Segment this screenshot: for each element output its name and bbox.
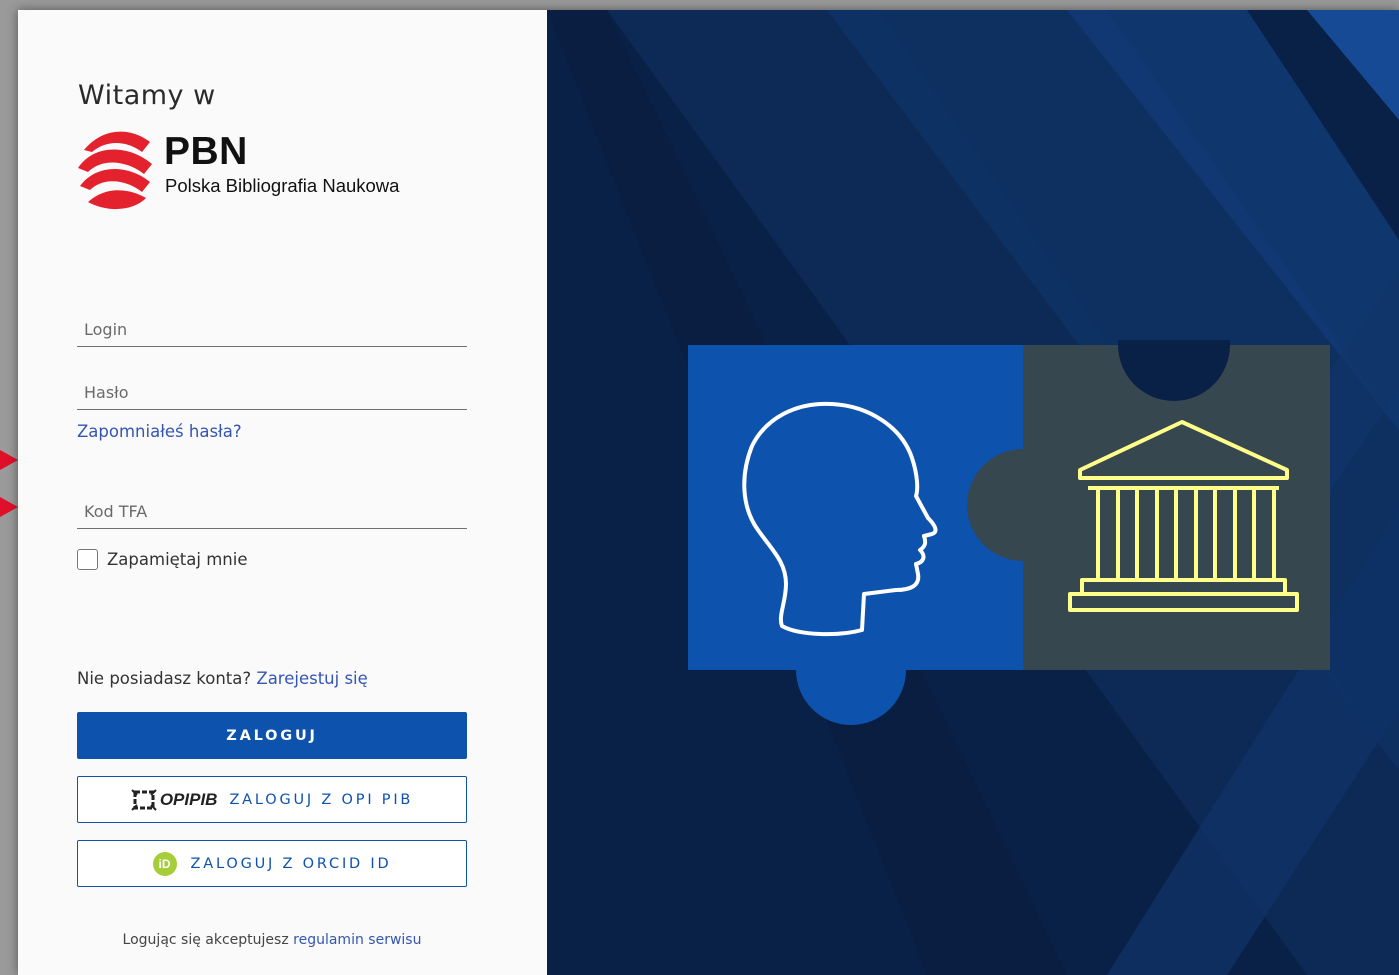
login-window: Witamy w PBN Polska Bibliografia Naukowa… <box>18 10 1399 975</box>
opi-logo-text: OPIPIB <box>159 789 218 809</box>
orcid-login-label: ZALOGUJ Z ORCID ID <box>190 855 392 872</box>
pbn-logo-icon <box>78 131 152 210</box>
terms-link[interactable]: regulamin serwisu <box>293 932 421 948</box>
illustration-panel <box>547 10 1399 975</box>
login-field <box>77 310 467 347</box>
logo-title: PBN <box>164 130 248 173</box>
login-button-label: ZALOGUJ <box>226 727 318 744</box>
terms-text: Logując się akceptujesz <box>122 932 289 948</box>
opi-login-label: ZALOGUJ Z OPI PIB <box>229 791 414 808</box>
tfa-field <box>77 492 467 529</box>
opi-pib-logo: OPIPIB <box>131 788 218 811</box>
welcome-heading: Witamy w <box>78 80 216 111</box>
remember-me-label[interactable]: Zapamiętaj mnie <box>107 550 247 569</box>
register-link[interactable]: Zarejestuj się <box>256 669 367 688</box>
terms-notice: Logując się akceptujesz regulamin serwis… <box>77 932 467 948</box>
logo-subtitle: Polska Bibliografia Naukowa <box>165 175 400 196</box>
register-prompt: Nie posiadasz konta? Zarejestuj się <box>77 669 368 688</box>
forgot-password-link[interactable]: Zapomniałeś hasła? <box>77 422 242 441</box>
remember-me: Zapamiętaj mnie <box>77 549 247 570</box>
orcid-icon: iD <box>152 851 177 876</box>
opi-logo-icon <box>131 788 157 811</box>
password-field <box>77 373 467 410</box>
annotation-arrow-1 <box>0 450 18 470</box>
orcid-login-button[interactable]: iD ZALOGUJ Z ORCID ID <box>77 840 467 887</box>
login-panel: Witamy w PBN Polska Bibliografia Naukowa… <box>18 10 547 975</box>
puzzle-illustration <box>688 340 1330 725</box>
pbn-logo: PBN Polska Bibliografia Naukowa <box>76 128 416 210</box>
login-button[interactable]: ZALOGUJ <box>77 712 467 759</box>
tfa-code-input[interactable] <box>77 496 464 526</box>
remember-me-checkbox[interactable] <box>77 549 98 570</box>
no-account-text: Nie posiadasz konta? <box>77 669 252 688</box>
annotation-arrow-2 <box>0 497 18 517</box>
login-input[interactable] <box>77 314 464 344</box>
opi-login-button[interactable]: OPIPIB ZALOGUJ Z OPI PIB <box>77 776 467 823</box>
password-input[interactable] <box>77 377 464 407</box>
